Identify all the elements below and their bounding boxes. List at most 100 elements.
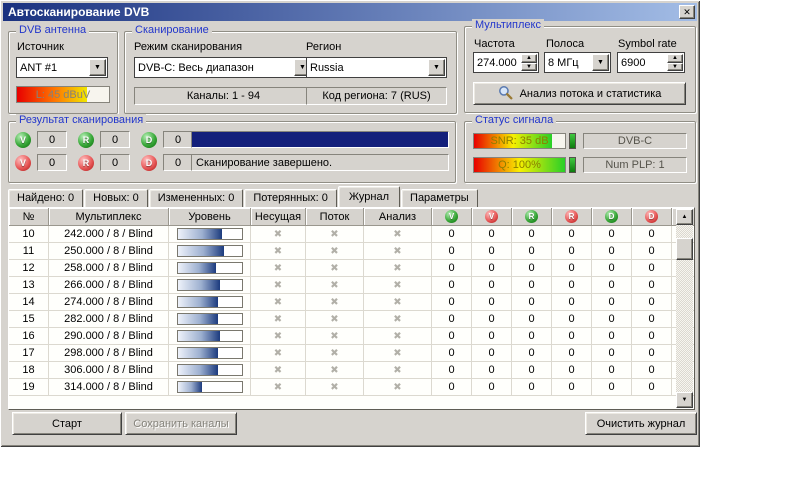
tab[interactable]: Потерянных: 0 <box>244 189 337 207</box>
chevron-down-icon[interactable]: ▼ <box>428 59 445 76</box>
data-lost-count: 0 <box>163 154 193 171</box>
window-title: Автосканирование DVB <box>8 5 149 19</box>
group-dvb-antenna: DVB антенна Источник ANT #1 ▼ L: 45 dBuV <box>8 31 118 114</box>
tab-bar: Найдено: 0 Новых: 0 Измененных: 0 Потеря… <box>8 186 479 207</box>
snr-peak-indicator <box>569 133 576 149</box>
col-header-video-ok[interactable]: V <box>432 208 472 226</box>
data-fail-count: 0 <box>632 226 672 243</box>
symbol-rate-value: 6900 <box>618 53 666 72</box>
tab[interactable]: Новых: 0 <box>84 189 148 207</box>
analysis-x-icon: ✖ <box>364 243 432 260</box>
source-select[interactable]: ANT #1 ▼ <box>16 57 108 78</box>
row-multiplex: 250.000 / 8 / Blind <box>49 243 169 260</box>
stream-x-icon: ✖ <box>306 345 364 362</box>
radio-fail-icon: R <box>565 210 578 223</box>
scan-mode-label: Режим сканирования <box>134 41 242 53</box>
video-ok-count: 0 <box>432 226 472 243</box>
video-lost-icon: V <box>15 155 31 171</box>
table-row[interactable]: 16 290.000 / 8 / Blind ✖ ✖ ✖ 0 0 0 0 0 0 <box>9 328 694 345</box>
video-ok-count: 0 <box>432 379 472 396</box>
scan-mode-select[interactable]: DVB-C: Весь диапазон ▼ <box>134 57 313 78</box>
scrollbar-thumb[interactable] <box>676 238 693 260</box>
table-row[interactable]: 18 306.000 / 8 / Blind ✖ ✖ ✖ 0 0 0 0 0 0 <box>9 362 694 379</box>
analysis-x-icon: ✖ <box>364 226 432 243</box>
chevron-down-icon[interactable]: ▼ <box>592 54 609 71</box>
stream-x-icon: ✖ <box>306 226 364 243</box>
tab[interactable]: Найдено: 0 <box>8 189 83 207</box>
tab[interactable]: Измененных: 0 <box>149 189 244 207</box>
table-row[interactable]: 15 282.000 / 8 / Blind ✖ ✖ ✖ 0 0 0 0 0 0 <box>9 311 694 328</box>
video-ok-count: 0 <box>432 243 472 260</box>
col-header-data-fail[interactable]: D <box>632 208 672 226</box>
tab[interactable]: Параметры <box>401 189 478 207</box>
table-row[interactable]: 12 258.000 / 8 / Blind ✖ ✖ ✖ 0 0 0 0 0 0 <box>9 260 694 277</box>
group-signal-status: Статус сигнала SNR: 35 dB DVB-C Q: 100% … <box>464 121 696 183</box>
radio-ok-count: 0 <box>512 379 552 396</box>
spin-up-icon[interactable]: ▲ <box>521 54 537 63</box>
table-row[interactable]: 14 274.000 / 8 / Blind ✖ ✖ ✖ 0 0 0 0 0 0 <box>9 294 694 311</box>
col-header-analysis[interactable]: Анализ <box>364 208 432 226</box>
col-header-radio-ok[interactable]: R <box>512 208 552 226</box>
data-ok-count: 0 <box>592 226 632 243</box>
analyze-stream-button[interactable]: Анализ потока и статистика <box>473 82 686 105</box>
frequency-stepper[interactable]: 274.000 ▲ ▼ <box>473 52 539 73</box>
video-fail-count: 0 <box>472 243 512 260</box>
col-header-data-ok[interactable]: D <box>592 208 632 226</box>
scroll-down-icon[interactable]: ▼ <box>676 392 693 408</box>
row-level-cell <box>169 226 251 243</box>
row-number: 15 <box>9 311 49 328</box>
row-multiplex: 282.000 / 8 / Blind <box>49 311 169 328</box>
snr-meter: SNR: 35 dB <box>473 133 566 149</box>
analysis-x-icon: ✖ <box>364 345 432 362</box>
spin-down-icon[interactable]: ▼ <box>667 63 683 72</box>
chevron-down-icon[interactable]: ▼ <box>89 59 106 76</box>
scroll-up-icon[interactable]: ▲ <box>676 209 693 225</box>
region-select[interactable]: Russia ▼ <box>306 57 447 78</box>
band-select[interactable]: 8 МГц ▼ <box>544 52 611 73</box>
row-multiplex: 290.000 / 8 / Blind <box>49 328 169 345</box>
vertical-scrollbar[interactable]: ▲ ▼ <box>676 209 693 408</box>
row-multiplex: 314.000 / 8 / Blind <box>49 379 169 396</box>
col-header-radio-fail[interactable]: R <box>552 208 592 226</box>
video-fail-count: 0 <box>472 294 512 311</box>
tab[interactable]: Журнал <box>338 186 400 207</box>
row-multiplex: 298.000 / 8 / Blind <box>49 345 169 362</box>
spin-down-icon[interactable]: ▼ <box>521 63 537 72</box>
data-fail-count: 0 <box>632 243 672 260</box>
col-header-stream[interactable]: Поток <box>306 208 364 226</box>
col-header-level[interactable]: Уровень <box>169 208 251 226</box>
lost-counters-row: V 0 R 0 D 0 <box>15 154 193 171</box>
row-number: 10 <box>9 226 49 243</box>
row-level-cell <box>169 328 251 345</box>
carrier-x-icon: ✖ <box>251 345 306 362</box>
col-header-carrier[interactable]: Несущая <box>251 208 306 226</box>
data-ok-count: 0 <box>592 345 632 362</box>
group-caption: Сканирование <box>132 24 212 36</box>
table-row[interactable]: 11 250.000 / 8 / Blind ✖ ✖ ✖ 0 0 0 0 0 0 <box>9 243 694 260</box>
table-row[interactable]: 19 314.000 / 8 / Blind ✖ ✖ ✖ 0 0 0 0 0 0 <box>9 379 694 396</box>
table-row[interactable]: 10 242.000 / 8 / Blind ✖ ✖ ✖ 0 0 0 0 0 0 <box>9 226 694 243</box>
row-level-cell <box>169 345 251 362</box>
titlebar[interactable]: Автосканирование DVB ✕ <box>3 3 697 21</box>
clear-journal-button[interactable]: Очистить журнал <box>585 412 697 435</box>
group-caption: Статус сигнала <box>472 114 556 126</box>
col-header-multiplex[interactable]: Мультиплекс <box>49 208 169 226</box>
symbol-rate-label: Symbol rate <box>618 38 677 50</box>
radio-fail-count: 0 <box>552 294 592 311</box>
analysis-x-icon: ✖ <box>364 260 432 277</box>
radio-found-icon: R <box>78 132 94 148</box>
col-header-number[interactable]: № <box>9 208 49 226</box>
start-button[interactable]: Старт <box>12 412 122 435</box>
close-icon[interactable]: ✕ <box>679 5 695 19</box>
video-ok-icon: V <box>445 210 458 223</box>
save-channels-button[interactable]: Сохранить каналы <box>125 412 237 435</box>
analysis-x-icon: ✖ <box>364 277 432 294</box>
table-row[interactable]: 17 298.000 / 8 / Blind ✖ ✖ ✖ 0 0 0 0 0 0 <box>9 345 694 362</box>
symbol-rate-stepper[interactable]: 6900 ▲ ▼ <box>617 52 685 73</box>
spin-up-icon[interactable]: ▲ <box>667 54 683 63</box>
stream-x-icon: ✖ <box>306 277 364 294</box>
carrier-x-icon: ✖ <box>251 226 306 243</box>
radio-ok-count: 0 <box>512 311 552 328</box>
table-row[interactable]: 13 266.000 / 8 / Blind ✖ ✖ ✖ 0 0 0 0 0 0 <box>9 277 694 294</box>
col-header-video-fail[interactable]: V <box>472 208 512 226</box>
